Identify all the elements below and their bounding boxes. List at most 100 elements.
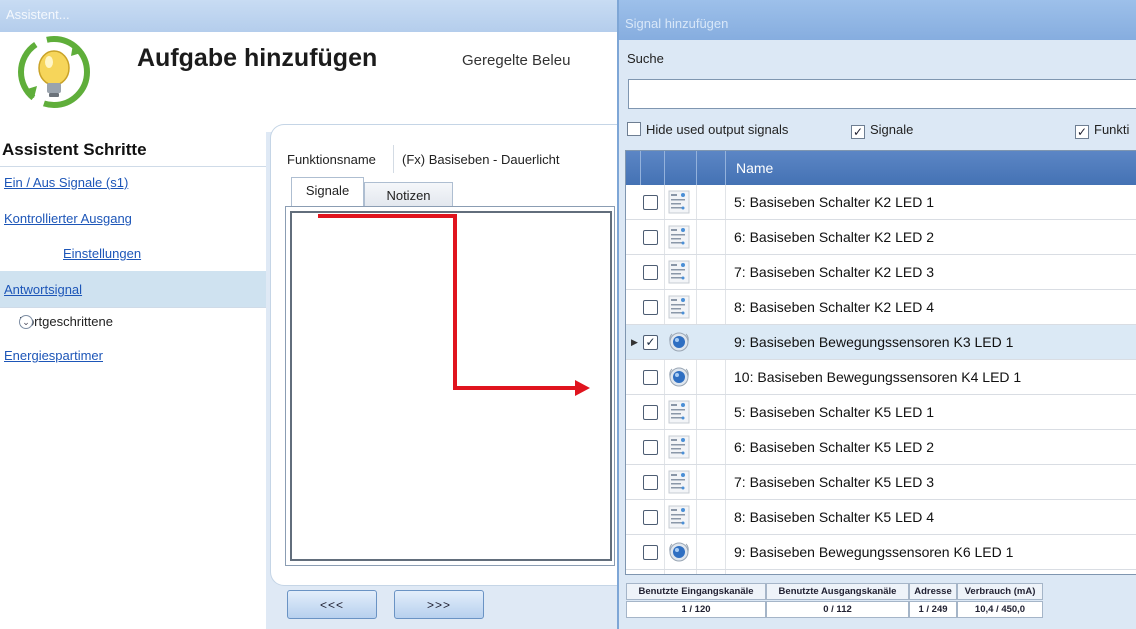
table-row[interactable]: 6: Basiseben Schalter K5 LED 2 xyxy=(626,430,1136,465)
signals-label: Signale xyxy=(870,122,914,137)
assistant-title-bar: Assistent... xyxy=(0,0,617,32)
functions-checkbox[interactable]: ✓ xyxy=(1075,125,1089,139)
switch-icon xyxy=(668,294,690,320)
header-separator xyxy=(640,151,641,185)
table-row[interactable]: 5: Basiseben Schalter K2 LED 1 xyxy=(626,185,1136,220)
signals-list[interactable] xyxy=(290,211,612,561)
row-checkbox[interactable] xyxy=(643,545,658,560)
column-header-name[interactable]: Name xyxy=(736,160,773,176)
function-panel: Funktionsname (Fx) Basiseben - Dauerlich… xyxy=(270,124,617,586)
steps-title: Assistent Schritte xyxy=(2,140,147,159)
table-row[interactable]: 7: Basiseben Schalter K2 LED 3 xyxy=(626,255,1136,290)
switch-icon xyxy=(668,189,690,215)
switch-icon xyxy=(668,399,690,425)
tab-signals[interactable]: Signale xyxy=(291,177,364,207)
row-name: 8: Basiseben Schalter K5 LED 4 xyxy=(734,509,935,525)
table-row[interactable]: 7: Basiseben Schalter K5 LED 3 xyxy=(626,465,1136,500)
header-separator xyxy=(664,151,665,185)
row-name: 5: Basiseben Schalter K2 LED 1 xyxy=(734,194,935,210)
switch-icon xyxy=(668,434,690,460)
row-name: 6: Basiseben Schalter K2 LED 2 xyxy=(734,229,935,245)
row-name: 7: Basiseben Schalter K5 LED 3 xyxy=(734,474,935,490)
motion-sensor-icon xyxy=(668,539,690,565)
hide-used-label: Hide used output signals xyxy=(646,122,789,137)
row-checkbox[interactable] xyxy=(643,475,658,490)
step-controlled-output[interactable]: Kontrollierter Ausgang xyxy=(4,211,132,226)
search-input[interactable] xyxy=(628,79,1136,109)
row-name: 7: Basiseben Schalter K2 LED 3 xyxy=(734,264,935,280)
stats-bar: Benutzte Eingangskanäle Benutzte Ausgang… xyxy=(625,580,1136,629)
row-name: 8: Basiseben Schalter K2 LED 4 xyxy=(734,299,935,315)
divider xyxy=(0,166,266,167)
switch-icon xyxy=(668,259,690,285)
row-name: 6: Basiseben Schalter K5 LED 2 xyxy=(734,439,935,455)
chevron-down-icon[interactable]: ⌄ xyxy=(19,315,33,329)
row-checkbox[interactable] xyxy=(643,265,658,280)
table-row[interactable]: 10: Basiseben Bewegungssensoren K4 LED 1 xyxy=(626,360,1136,395)
functions-label: Funkti xyxy=(1094,122,1130,137)
consumption-label: Verbrauch (mA) xyxy=(957,583,1043,600)
table-row[interactable]: ▶ ✓ 9: Basiseben Bewegungssensoren K3 LED … xyxy=(626,325,1136,360)
page-title: Aufgabe hinzufügen xyxy=(137,44,378,72)
assistant-header: Aufgabe hinzufügen Geregelte Beleu xyxy=(0,32,617,132)
consumption-value: 10,4 / 450,0 xyxy=(957,601,1043,618)
row-checkbox[interactable] xyxy=(643,405,658,420)
dialog-title-bar: Signal hinzufügen xyxy=(619,0,1136,40)
table-row[interactable]: 5: Basiseben Schalter K5 LED 1 xyxy=(626,395,1136,430)
row-checkbox[interactable]: ✓ xyxy=(643,335,658,350)
grid-header: Name xyxy=(626,151,1136,185)
row-checkbox[interactable] xyxy=(643,195,658,210)
header-separator xyxy=(696,151,697,185)
row-checkbox[interactable] xyxy=(643,440,658,455)
table-row[interactable]: 6: Basiseben Schalter K2 LED 2 xyxy=(626,220,1136,255)
step-advanced[interactable]: ⌄ Fortgeschrittene xyxy=(19,314,113,329)
row-checkbox[interactable] xyxy=(643,230,658,245)
tab-notes[interactable]: Notizen xyxy=(364,182,453,207)
steps-panel: Assistent Schritte Ein / Aus Signale (s1… xyxy=(0,132,266,629)
signals-option[interactable]: ✓ Signale xyxy=(851,122,913,139)
switch-icon xyxy=(668,504,690,530)
tab-content xyxy=(285,206,615,566)
signals-checkbox[interactable]: ✓ xyxy=(851,125,865,139)
motion-sensor-icon xyxy=(668,364,690,390)
divider xyxy=(0,307,266,308)
next-button[interactable]: >>> xyxy=(394,590,484,619)
search-label: Suche xyxy=(627,51,664,66)
row-name: 9: Basiseben Bewegungssensoren K6 LED 1 xyxy=(734,544,1014,560)
function-name-label: Funktionsname xyxy=(287,152,376,167)
page-subtitle: Geregelte Beleu xyxy=(462,52,571,69)
used-input-channels-value: 1 / 120 xyxy=(626,601,766,618)
step-settings[interactable]: Einstellungen xyxy=(63,246,141,261)
table-row[interactable]: 8: Basiseben Schalter K5 LED 4 xyxy=(626,500,1136,535)
advanced-label: Fortgeschrittene xyxy=(19,314,113,329)
step-energy-timer[interactable]: Energiespartimer xyxy=(4,348,103,363)
row-name: 5: Basiseben Schalter K5 LED 1 xyxy=(734,404,935,420)
step-on-off-signals[interactable]: Ein / Aus Signale (s1) xyxy=(4,175,128,190)
signal-grid: Name 5: Basiseben Schalter K2 LED 1 6: Ba… xyxy=(625,150,1136,575)
functions-option[interactable]: ✓ Funkti xyxy=(1075,122,1129,139)
address-value: 1 / 249 xyxy=(909,601,957,618)
used-output-channels-value: 0 / 112 xyxy=(766,601,909,618)
table-row[interactable]: 8: Basiseben Schalter K2 LED 4 xyxy=(626,290,1136,325)
switch-icon xyxy=(668,469,690,495)
table-row[interactable]: 9: Basiseben Bewegungssensoren K6 LED 1 xyxy=(626,535,1136,570)
step-response-signal[interactable]: Antwortsignal xyxy=(4,282,82,297)
header-separator xyxy=(725,151,726,185)
used-input-channels-label: Benutzte Eingangskanäle xyxy=(626,583,766,600)
current-row-marker-icon: ▶ xyxy=(631,337,638,347)
row-checkbox[interactable] xyxy=(643,510,658,525)
row-checkbox[interactable] xyxy=(643,370,658,385)
hide-used-checkbox[interactable] xyxy=(627,122,641,136)
switch-icon xyxy=(668,224,690,250)
add-signal-dialog: Signal hinzufügen Suche Hide used output… xyxy=(617,0,1136,629)
motion-sensor-icon xyxy=(668,329,690,355)
row-name: 10: Basiseben Bewegungssensoren K4 LED 1 xyxy=(734,369,1022,385)
function-name-field[interactable]: (Fx) Basiseben - Dauerlicht xyxy=(393,145,617,173)
used-output-channels-label: Benutzte Ausgangskanäle xyxy=(766,583,909,600)
row-checkbox[interactable] xyxy=(643,300,658,315)
back-button[interactable]: <<< xyxy=(287,590,377,619)
hide-used-option[interactable]: Hide used output signals xyxy=(627,122,788,137)
row-name: 9: Basiseben Bewegungssensoren K3 LED 1 xyxy=(734,334,1014,350)
assistant-window: Assistent... Aufgabe hinzufügen Geregelt… xyxy=(0,0,617,629)
address-label: Adresse xyxy=(909,583,957,600)
